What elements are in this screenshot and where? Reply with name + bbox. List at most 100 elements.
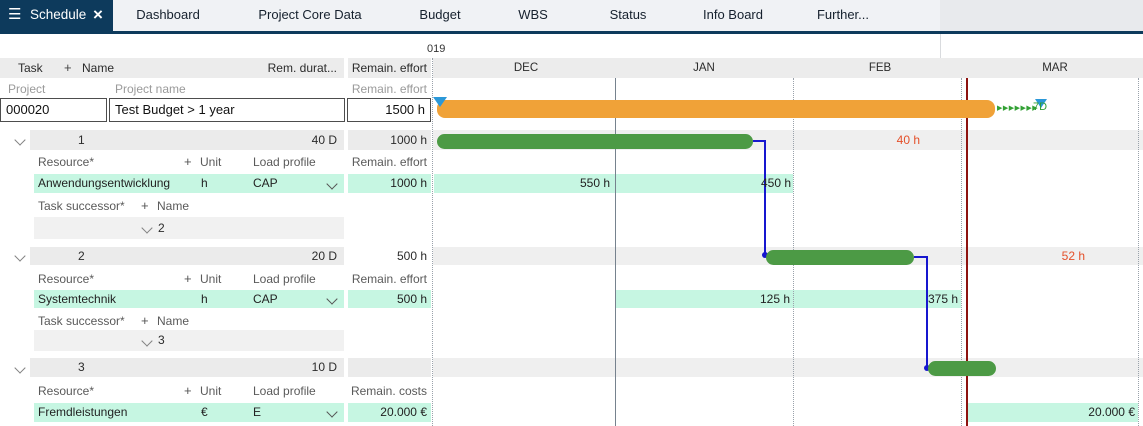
- resource3-load-profile[interactable]: E: [253, 403, 261, 422]
- resource1-header-effort: Remain. effort: [348, 153, 427, 171]
- project-buffer-arrows-icon: ▶▶▶▶▶▶▶: [997, 102, 1038, 116]
- tab-further[interactable]: Further...: [817, 0, 869, 31]
- resource2-header-load-profile: Load profile: [253, 270, 316, 288]
- gantt-month-dec: DEC: [514, 58, 538, 78]
- gantt-month-feb: FEB: [869, 58, 891, 78]
- subheader-effort: Remain. effort: [348, 81, 427, 97]
- project-summary-bar[interactable]: [437, 100, 995, 118]
- successor2-value[interactable]: 3: [158, 330, 165, 351]
- resource2-unit: h: [201, 290, 208, 308]
- resource1-unit: h: [201, 174, 208, 193]
- project-effort-field[interactable]: 1500 h: [347, 98, 431, 122]
- resource3-header-load-profile: Load profile: [253, 382, 316, 400]
- task2-number: 2: [78, 247, 85, 265]
- resource3-unit: €: [201, 403, 208, 422]
- resource2-header-label: Resource*: [38, 270, 94, 288]
- hamburger-menu-icon[interactable]: ☰: [8, 0, 21, 31]
- collapse-task2-icon[interactable]: [14, 250, 25, 261]
- resource3-costs[interactable]: 20.000 €: [348, 403, 427, 422]
- task1-number: 1: [78, 130, 85, 150]
- successor2-row-band[interactable]: [34, 330, 344, 351]
- pane-divider: [940, 34, 941, 58]
- collapse-task3-icon[interactable]: [14, 362, 25, 373]
- task2-overload-label: 52 h: [1015, 247, 1085, 265]
- gantt-gridline-right: [1138, 78, 1139, 426]
- gantt-gridline-jan: [615, 78, 616, 426]
- resource1-jan-effort: 450 h: [681, 174, 791, 193]
- resource2-effort[interactable]: 500 h: [348, 290, 427, 308]
- resource1-header-label: Resource*: [38, 153, 94, 171]
- task1-bar[interactable]: [437, 134, 753, 149]
- tab-project-core-data[interactable]: Project Core Data: [258, 0, 361, 31]
- col-header-duration[interactable]: Rem. durat...: [230, 58, 337, 78]
- gantt-task3-band: [433, 358, 1143, 377]
- col-header-task[interactable]: Task: [18, 58, 43, 78]
- gantt-year-label: 019: [427, 42, 445, 56]
- resource1-name[interactable]: Anwendungsentwicklung: [38, 174, 170, 193]
- project-id-field[interactable]: 000020: [0, 98, 107, 122]
- subheader-project-name: Project name: [115, 81, 186, 97]
- resource1-header-load-profile: Load profile: [253, 153, 316, 171]
- tab-budget[interactable]: Budget: [419, 0, 460, 31]
- add-resource1-icon[interactable]: +: [184, 153, 192, 171]
- tab-status[interactable]: Status: [610, 0, 647, 31]
- connector-task2-task3-v: [926, 256, 928, 368]
- resource3-header-label: Resource*: [38, 382, 94, 400]
- add-successor2-icon[interactable]: +: [141, 313, 149, 329]
- gantt-month-mar: MAR: [1042, 58, 1068, 78]
- add-successor1-icon[interactable]: +: [141, 198, 149, 215]
- task2-bar[interactable]: [766, 250, 914, 265]
- task1-effort: 1000 h: [348, 130, 427, 150]
- add-task-icon[interactable]: +: [64, 58, 72, 78]
- tab-wbs[interactable]: WBS: [518, 0, 548, 31]
- successor1-row-band[interactable]: [34, 217, 344, 239]
- task3-bar[interactable]: [928, 361, 996, 376]
- task3-number: 3: [78, 358, 85, 377]
- tab-bar-right-area: [940, 0, 1143, 31]
- resource1-effort[interactable]: 1000 h: [348, 174, 427, 193]
- add-resource3-icon[interactable]: +: [184, 382, 192, 400]
- resource3-header-unit: Unit: [200, 382, 221, 400]
- resource2-feb-effort: 375 h: [848, 290, 958, 308]
- resource2-header-effort: Remain. effort: [348, 270, 427, 288]
- gantt-month-jan: JAN: [693, 58, 715, 78]
- active-tab-label: Schedule: [30, 0, 86, 31]
- successor1-header-label: Task successor*: [38, 198, 125, 215]
- col-header-name[interactable]: Name: [82, 58, 114, 78]
- resource2-name[interactable]: Systemtechnik: [38, 290, 116, 308]
- tab-info-board[interactable]: Info Board: [703, 0, 763, 31]
- project-start-marker-icon[interactable]: [433, 97, 447, 107]
- tab-bar-bottom-border: [0, 31, 1143, 34]
- resource2-header-unit: Unit: [200, 270, 221, 288]
- task1-overload-label: 40 h: [850, 130, 920, 150]
- successor2-header-label: Task successor*: [38, 313, 125, 329]
- successor1-header-name: Name: [157, 198, 189, 215]
- resource1-header-unit: Unit: [200, 153, 221, 171]
- close-tab-icon[interactable]: ×: [93, 0, 103, 31]
- task2-duration: 20 D: [230, 247, 337, 265]
- task1-duration: 40 D: [230, 130, 337, 150]
- resource1-load-profile[interactable]: CAP: [253, 174, 278, 193]
- resource1-dec-effort: 550 h: [500, 174, 610, 193]
- task3-effort-cell[interactable]: [348, 358, 431, 377]
- resource3-name[interactable]: Fremdleistungen: [38, 403, 127, 422]
- connector-task1-task2-v: [764, 140, 766, 255]
- schedule-gantt-view: ☰ Schedule × Dashboard Project Core Data…: [0, 0, 1143, 426]
- add-resource2-icon[interactable]: +: [184, 270, 192, 288]
- resource3-header-costs: Remain. costs: [348, 382, 427, 400]
- project-buffer-label: 7D: [1033, 100, 1047, 114]
- task2-effort: 500 h: [348, 247, 427, 265]
- resource2-load-profile[interactable]: CAP: [253, 290, 278, 308]
- col-header-effort[interactable]: Remain. effort: [348, 58, 427, 78]
- resource3-mar-costs: 20.000 €: [1005, 403, 1135, 422]
- resource2-jan-effort: 125 h: [680, 290, 790, 308]
- gantt-month-header: [433, 58, 1143, 78]
- project-name-field[interactable]: Test Budget > 1 year: [109, 98, 345, 122]
- collapse-task1-icon[interactable]: [14, 134, 25, 145]
- tab-dashboard[interactable]: Dashboard: [136, 0, 200, 31]
- subheader-project: Project: [8, 81, 45, 97]
- successor1-value[interactable]: 2: [158, 217, 165, 239]
- successor2-header-name: Name: [157, 313, 189, 329]
- task3-duration: 10 D: [230, 358, 337, 377]
- table-gantt-splitter[interactable]: [432, 58, 433, 426]
